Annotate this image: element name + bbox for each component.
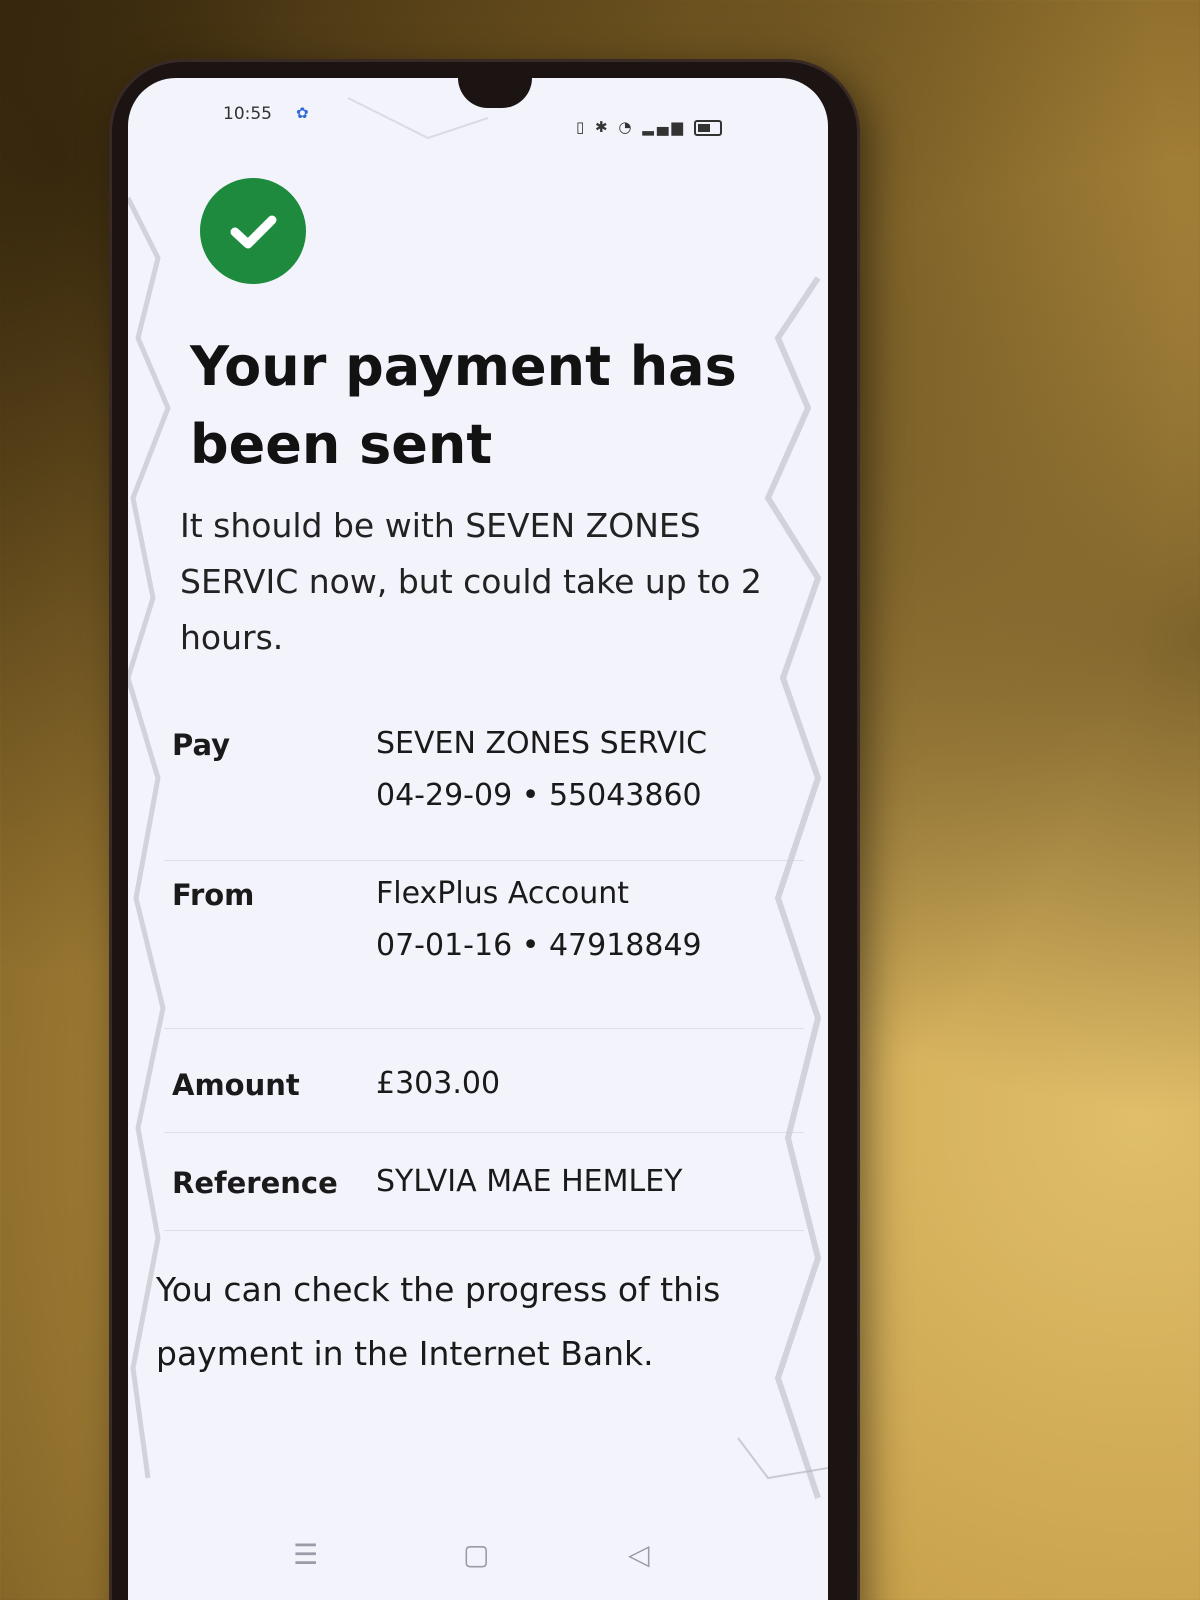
source-account-name: FlexPlus Account	[376, 876, 630, 911]
page-title: Your payment has been sent	[190, 335, 737, 476]
phone-screen: 10:55 ✿ ▯ ✱ ◔ ▂▄▆ Your payment has been …	[128, 78, 828, 1600]
detail-label: Amount	[172, 1068, 300, 1102]
detail-label: From	[172, 878, 255, 912]
battery-icon	[693, 119, 722, 136]
progress-note: You can check the progress of this payme…	[156, 1270, 721, 1373]
detail-row-amount: Amount £303.00	[164, 1066, 804, 1133]
source-account-number: 07-01-16 • 47918849	[376, 928, 702, 963]
checkmark-icon	[230, 215, 277, 249]
payee-name: SEVEN ZONES SERVIC	[376, 726, 708, 761]
payee-account: 04-29-09 • 55043860	[376, 778, 702, 813]
detail-value: FlexPlus Account 07-01-16 • 47918849	[376, 868, 806, 972]
recent-apps-icon[interactable]: ☰	[293, 1538, 318, 1571]
detail-value: SYLVIA MAE HEMLEY	[376, 1156, 806, 1208]
detail-label: Pay	[172, 728, 231, 762]
detail-label: Reference	[172, 1166, 338, 1200]
detail-row-reference: Reference SYLVIA MAE HEMLEY	[164, 1164, 804, 1231]
back-icon[interactable]: ◁	[628, 1538, 650, 1571]
amount-value: £303.00	[376, 1066, 501, 1101]
system-nav-bar: ☰ ▢ ◁	[128, 1528, 828, 1600]
detail-row-pay: Pay SEVEN ZONES SERVIC 04-29-09 • 550438…	[164, 726, 804, 861]
confirmation-message: It should be with SEVEN ZONES SERVIC now…	[180, 506, 762, 657]
camera-notch	[458, 78, 532, 108]
wifi-icon: ◔	[618, 118, 635, 136]
bluetooth-icon: ✱	[595, 118, 611, 136]
detail-value: £303.00	[376, 1058, 806, 1110]
detail-value: SEVEN ZONES SERVIC 04-29-09 • 55043860	[376, 718, 806, 822]
vibrate-icon: ▯	[576, 118, 588, 136]
settings-notification-icon: ✿	[296, 104, 309, 122]
signal-icon: ▂▄▆	[642, 118, 686, 136]
detail-row-from: From FlexPlus Account 07-01-16 • 4791884…	[164, 876, 804, 1029]
check-circle-icon	[200, 178, 306, 284]
reference-value: SYLVIA MAE HEMLEY	[376, 1164, 683, 1199]
home-icon[interactable]: ▢	[463, 1538, 489, 1571]
status-time: 10:55	[223, 104, 272, 124]
status-icons: ▯ ✱ ◔ ▂▄▆	[576, 118, 722, 136]
